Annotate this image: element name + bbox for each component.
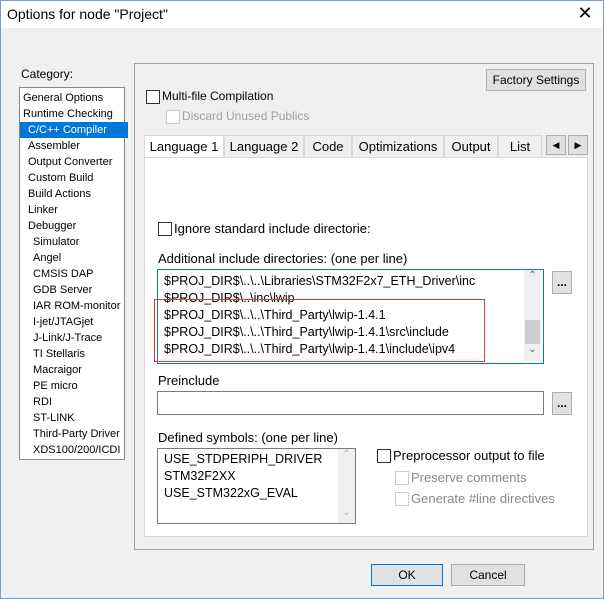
include-dirs-browse-button[interactable]: ... [552,271,572,294]
category-item[interactable]: ST-LINK [20,410,133,426]
ignore-std-include-checkbox[interactable] [158,222,172,236]
category-label: Category: [21,67,74,81]
scroll-up-icon[interactable]: ⌃ [338,449,355,460]
category-item[interactable]: Build Actions [20,186,128,202]
preinclude-label: Preinclude [158,373,220,388]
category-item[interactable]: J-Link/J-Trace [20,330,133,346]
multi-file-label: Multi-file Compilation [162,89,274,103]
defined-symbol-line: STM32F2XX [164,469,236,483]
generate-line-checkbox [395,492,409,506]
category-item[interactable]: Debugger [20,218,128,234]
defined-symbol-line: USE_STDPERIPH_DRIVER [164,452,323,466]
tab-language-2[interactable]: Language 2 [224,135,304,157]
ok-button[interactable]: OK [371,564,443,586]
scroll-down-icon[interactable]: ⌄ [338,507,355,518]
title-bar: Options for node "Project" ✕ [1,1,603,28]
scroll-down-icon[interactable]: ⌄ [524,344,541,361]
category-item[interactable]: CMSIS DAP [20,266,133,282]
category-item[interactable]: RDI [20,394,133,410]
defined-symbols-scrollbar[interactable]: ⌃ ⌄ [338,449,355,523]
category-item[interactable]: Simulator [20,234,133,250]
category-item[interactable]: Assembler [20,138,128,154]
category-item[interactable]: Angel [20,250,133,266]
category-item[interactable]: C/C++ Compiler [20,122,128,138]
include-dir-line: $PROJ_DIR$\..\..\Libraries\STM32F2x7_ETH… [164,274,476,288]
highlight-box [154,299,485,362]
defined-symbols-textarea[interactable]: USE_STDPERIPH_DRIVER STM32F2XX USE_STM32… [157,448,356,524]
discard-unused-checkbox [166,110,180,124]
tab-language-1[interactable]: Language 1 [144,135,224,157]
category-item[interactable]: Custom Build [20,170,128,186]
cancel-button[interactable]: Cancel [451,564,525,586]
category-list[interactable]: General Options Runtime Checking C/C++ Com… [19,87,128,460]
preserve-comments-label: Preserve comments [411,470,527,485]
scroll-up-icon[interactable]: ⌃ [524,270,541,287]
category-item[interactable]: TI Stellaris [20,346,133,362]
category-item[interactable]: Macraigor [20,362,133,378]
defined-symbol-line: USE_STM322xG_EVAL [164,486,298,500]
preinclude-browse-button[interactable]: ... [552,392,572,415]
tab-output[interactable]: Output [444,135,498,157]
category-item[interactable]: Output Converter [20,154,128,170]
tab-list[interactable]: List [498,135,542,157]
tab-code[interactable]: Code [304,135,352,157]
category-item[interactable]: PE micro [20,378,133,394]
include-dirs-label: Additional include directories: (one per… [158,251,408,266]
category-item[interactable]: Third-Party Driver [20,426,133,442]
generate-line-label: Generate #line directives [411,491,555,506]
tab-optimizations[interactable]: Optimizations [352,135,444,157]
preserve-comments-checkbox [395,471,409,485]
tab-scroll-left-icon[interactable]: ◀ [546,135,566,155]
tab-scroll-right-icon[interactable]: ▶ [568,135,588,155]
category-item[interactable]: General Options [20,90,123,106]
multi-file-checkbox[interactable] [146,90,160,104]
category-item[interactable]: I-jet/JTAGjet [20,314,133,330]
category-item[interactable]: XDS100/200/ICDI [20,442,133,458]
close-icon[interactable]: ✕ [573,3,597,24]
include-dirs-scrollbar[interactable]: ⌃ ⌄ [524,270,541,361]
category-item[interactable]: Linker [20,202,128,218]
window-title: Options for node "Project" [7,6,168,22]
defined-symbols-label: Defined symbols: (one per line) [158,430,338,445]
category-item[interactable]: GDB Server [20,282,133,298]
category-item[interactable]: Runtime Checking [20,106,123,122]
preprocessor-output-checkbox[interactable] [377,449,391,463]
scrollbar-thumb[interactable] [525,320,540,344]
factory-settings-button[interactable]: Factory Settings [486,69,586,91]
ignore-std-include-label: Ignore standard include directorie: [174,221,371,236]
discard-unused-label: Discard Unused Publics [182,109,310,123]
preinclude-input[interactable] [157,391,544,415]
options-dialog: Options for node "Project" ✕ Category: G… [0,0,604,599]
category-item[interactable]: IAR ROM-monitor [20,298,133,314]
preprocessor-output-label: Preprocessor output to file [393,448,545,463]
